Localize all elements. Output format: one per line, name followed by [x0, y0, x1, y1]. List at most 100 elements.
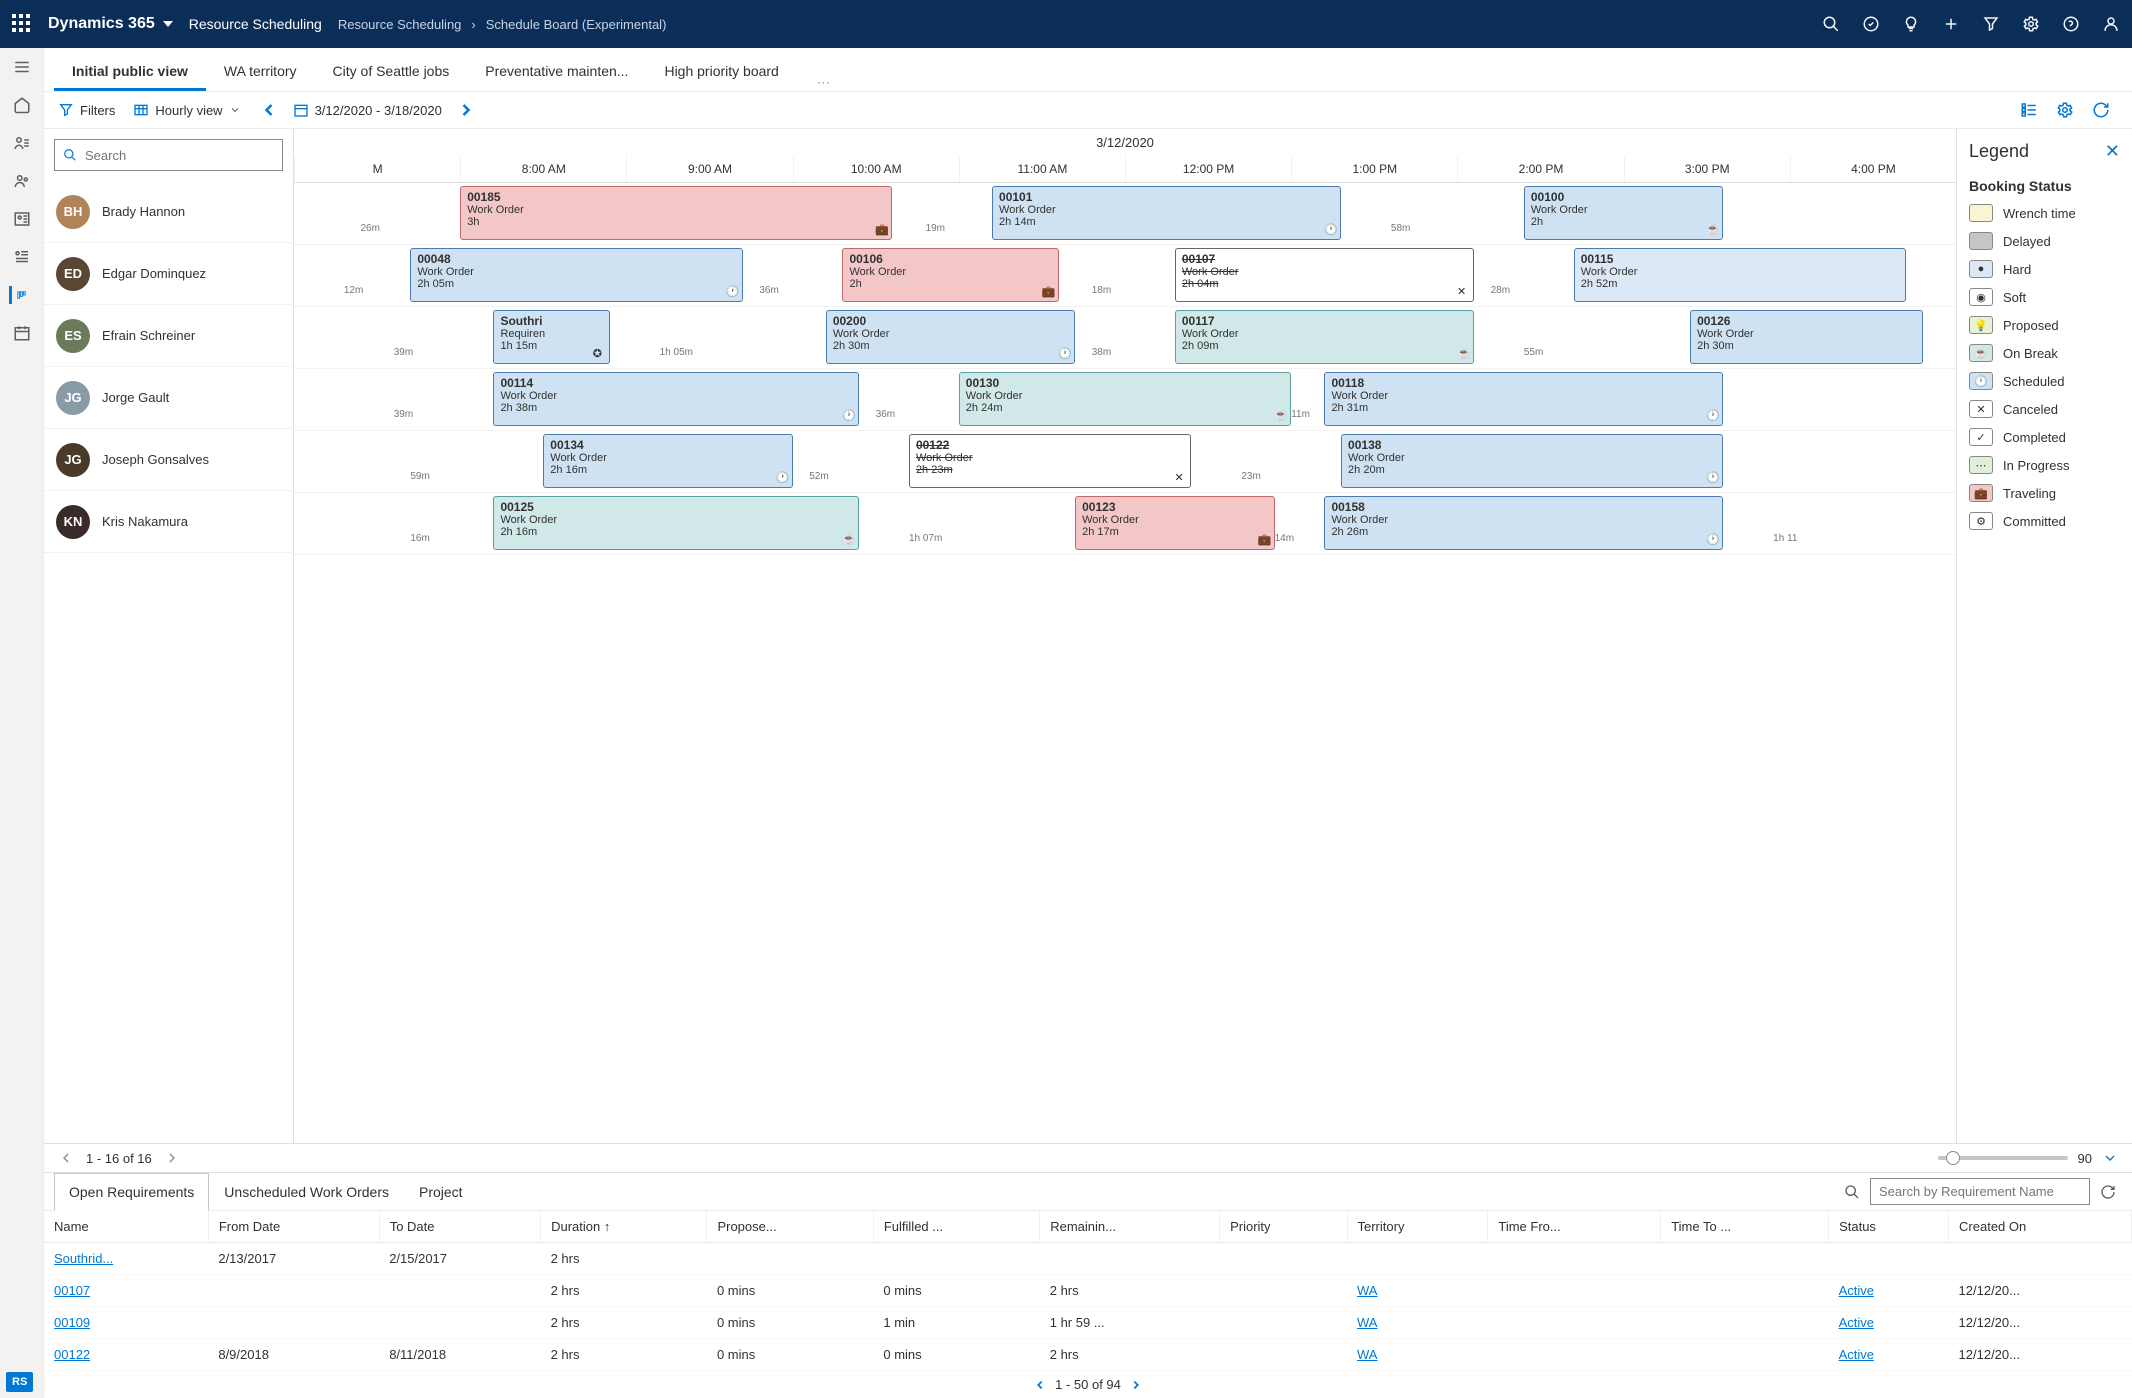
- tab-preventative-mainten-[interactable]: Preventative mainten...: [467, 51, 646, 91]
- resource-row[interactable]: KNKris Nakamura: [44, 491, 293, 553]
- people-icon[interactable]: [13, 172, 31, 190]
- column-header[interactable]: Duration ↑: [541, 1211, 707, 1243]
- tab-city-of-seattle-jobs[interactable]: City of Seattle jobs: [315, 51, 468, 91]
- breadcrumb-current[interactable]: Schedule Board (Experimental): [486, 17, 667, 32]
- column-header[interactable]: Territory: [1347, 1211, 1488, 1243]
- hour-label: 1:00 PM: [1291, 156, 1457, 182]
- booking-card[interactable]: 00134Work Order2h 16m🕐: [543, 434, 792, 488]
- resource-row[interactable]: JGJorge Gault: [44, 367, 293, 429]
- column-header[interactable]: Priority: [1220, 1211, 1347, 1243]
- resource-search-input[interactable]: [54, 139, 283, 171]
- booking-card[interactable]: 00200Work Order2h 30m🕐: [826, 310, 1075, 364]
- prev-page-button[interactable]: [1033, 1378, 1047, 1392]
- zoom-slider[interactable]: [1938, 1156, 2068, 1160]
- bottom-tab[interactable]: Unscheduled Work Orders: [209, 1173, 404, 1210]
- next-period-button[interactable]: [456, 100, 476, 120]
- people-list-icon[interactable]: [13, 134, 31, 152]
- booking-card[interactable]: 00101Work Order2h 14m🕐: [992, 186, 1341, 240]
- booking-card[interactable]: 00122Work Order2h 23m✕: [909, 434, 1192, 488]
- booking-card[interactable]: 00107Work Order2h 04m✕: [1175, 248, 1474, 302]
- resource-icon[interactable]: [13, 210, 31, 228]
- requirement-search-input[interactable]: [1870, 1178, 2090, 1205]
- timeline-row: 39m1h 05m38m55mSouthriRequiren1h 15m✪002…: [294, 307, 1956, 369]
- prev-period-button[interactable]: [259, 100, 279, 120]
- tab-wa-territory[interactable]: WA territory: [206, 51, 315, 91]
- column-header[interactable]: Status: [1829, 1211, 1949, 1243]
- column-header[interactable]: Created On: [1949, 1211, 2132, 1243]
- booking-card[interactable]: 00118Work Order2h 31m🕐: [1324, 372, 1723, 426]
- brand-menu[interactable]: Dynamics 365: [48, 15, 173, 33]
- close-icon[interactable]: ✕: [2105, 141, 2120, 162]
- column-header[interactable]: Name: [44, 1211, 208, 1243]
- tab-overflow-icon[interactable]: ⋯: [817, 75, 830, 91]
- board-settings-icon[interactable]: [2056, 101, 2074, 119]
- date-range-button[interactable]: 3/12/2020 - 3/18/2020: [293, 102, 442, 118]
- resource-row[interactable]: EDEdgar Dominquez: [44, 243, 293, 305]
- booking-card[interactable]: 00123Work Order2h 17m💼: [1075, 496, 1274, 550]
- booking-card[interactable]: 00130Work Order2h 24m☕: [959, 372, 1291, 426]
- booking-card[interactable]: 00125Work Order2h 16m☕: [493, 496, 859, 550]
- booking-card[interactable]: 00115Work Order2h 52m: [1574, 248, 1906, 302]
- bottom-tab[interactable]: Project: [404, 1173, 478, 1210]
- lightbulb-icon[interactable]: [1902, 15, 1920, 33]
- breadcrumb-root[interactable]: Resource Scheduling: [338, 17, 462, 32]
- column-header[interactable]: Time To ...: [1661, 1211, 1829, 1243]
- home-icon[interactable]: [13, 96, 31, 114]
- settings-icon[interactable]: [2022, 15, 2040, 33]
- column-header[interactable]: Propose...: [707, 1211, 873, 1243]
- table-row[interactable]: Southrid...2/13/20172/15/20172 hrs: [44, 1243, 2132, 1275]
- add-icon[interactable]: [1942, 15, 1960, 33]
- chevron-down-icon[interactable]: [2102, 1150, 2118, 1166]
- tab-initial-public-view[interactable]: Initial public view: [54, 51, 206, 91]
- avatar: JG: [56, 381, 90, 415]
- next-page-button[interactable]: [1129, 1378, 1143, 1392]
- table-row[interactable]: 001072 hrs0 mins0 mins2 hrsWAActive12/12…: [44, 1275, 2132, 1307]
- prev-page-button[interactable]: [58, 1150, 74, 1166]
- booking-card[interactable]: 00138Work Order2h 20m🕐: [1341, 434, 1723, 488]
- resource-row[interactable]: JGJoseph Gonsalves: [44, 429, 293, 491]
- booking-card[interactable]: 00126Work Order2h 30m: [1690, 310, 1923, 364]
- column-header[interactable]: Time Fro...: [1488, 1211, 1661, 1243]
- booking-card[interactable]: 00114Work Order2h 38m🕐: [493, 372, 859, 426]
- search-icon[interactable]: [1822, 15, 1840, 33]
- resource-row[interactable]: BHBrady Hannon: [44, 181, 293, 243]
- user-icon[interactable]: [2102, 15, 2120, 33]
- help-icon[interactable]: [2062, 15, 2080, 33]
- column-header[interactable]: From Date: [208, 1211, 379, 1243]
- booking-card[interactable]: 00185Work Order3h💼: [460, 186, 892, 240]
- booking-card[interactable]: 00100Work Order2h☕: [1524, 186, 1723, 240]
- filter-icon[interactable]: [1982, 15, 2000, 33]
- column-header[interactable]: Remainin...: [1040, 1211, 1220, 1243]
- gap-label: 55m: [1524, 347, 1543, 358]
- app-name: Resource Scheduling: [189, 16, 322, 32]
- next-page-button[interactable]: [164, 1150, 180, 1166]
- legend-toggle-icon[interactable]: [2020, 101, 2038, 119]
- refresh-icon[interactable]: [2092, 101, 2110, 119]
- booking-card[interactable]: SouthriRequiren1h 15m✪: [493, 310, 609, 364]
- resource-row[interactable]: ESEfrain Schreiner: [44, 305, 293, 367]
- column-header[interactable]: Fulfilled ...: [873, 1211, 1039, 1243]
- menu-icon[interactable]: [13, 58, 31, 76]
- schedule-board-icon[interactable]: [9, 286, 27, 304]
- table-row[interactable]: 001092 hrs0 mins1 min1 hr 59 ...WAActive…: [44, 1307, 2132, 1339]
- app-launcher-icon[interactable]: [12, 14, 32, 34]
- filters-button[interactable]: Filters: [58, 102, 115, 118]
- hour-label: 9:00 AM: [626, 156, 792, 182]
- list-icon[interactable]: [13, 248, 31, 266]
- column-header[interactable]: To Date: [379, 1211, 540, 1243]
- search-icon[interactable]: [1844, 1184, 1860, 1200]
- calendar-icon[interactable]: [13, 324, 31, 342]
- task-icon[interactable]: [1862, 15, 1880, 33]
- booking-card[interactable]: 00117Work Order2h 09m☕: [1175, 310, 1474, 364]
- bottom-tab[interactable]: Open Requirements: [54, 1173, 209, 1211]
- tab-high-priority-board[interactable]: High priority board: [646, 51, 796, 91]
- booking-card[interactable]: 00158Work Order2h 26m🕐: [1324, 496, 1723, 550]
- chevron-right-icon: ›: [471, 17, 475, 32]
- view-mode-button[interactable]: Hourly view: [133, 102, 240, 118]
- booking-card[interactable]: 00048Work Order2h 05m🕐: [410, 248, 742, 302]
- gap-label: 58m: [1391, 223, 1410, 234]
- booking-card[interactable]: 00106Work Order2h💼: [842, 248, 1058, 302]
- table-row[interactable]: 001228/9/20188/11/20182 hrs0 mins0 mins2…: [44, 1339, 2132, 1371]
- rs-badge[interactable]: RS: [6, 1372, 33, 1392]
- refresh-icon[interactable]: [2100, 1184, 2116, 1200]
